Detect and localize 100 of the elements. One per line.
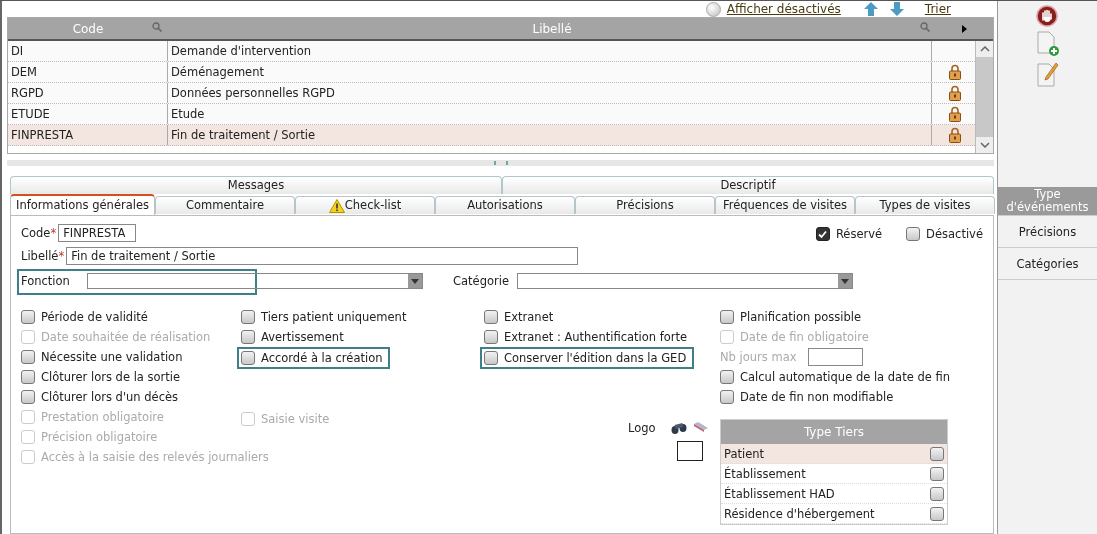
- checkbox[interactable]: [21, 350, 35, 364]
- checkbox-label: Clôturer lors d'un décès: [41, 390, 179, 404]
- table-cell: ETUDE: [8, 104, 168, 124]
- checkbox-label: Réservé: [835, 227, 883, 241]
- table-cell: DI: [8, 41, 168, 61]
- chevron-down-icon[interactable]: [979, 142, 990, 148]
- tab[interactable]: Types de visites: [855, 196, 995, 214]
- required-mark: *: [58, 249, 65, 263]
- arrow-up-icon[interactable]: [862, 1, 879, 17]
- checkbox-label: Nécessite une validation: [41, 350, 183, 364]
- table-cell: DEM: [8, 62, 168, 82]
- new-document-icon[interactable]: [1036, 31, 1060, 57]
- table-cell: RGPD: [8, 83, 168, 103]
- chevron-up-icon[interactable]: [979, 46, 990, 52]
- checkbox-label: Tiers patient uniquement: [261, 310, 407, 324]
- caret-icon: [841, 278, 849, 284]
- list-item[interactable]: Établissement: [721, 464, 947, 484]
- field-label: Fonction: [21, 274, 71, 288]
- logo-preview[interactable]: [676, 441, 703, 461]
- checkbox[interactable]: [484, 330, 498, 344]
- caret-icon[interactable]: [962, 24, 967, 33]
- checkbox[interactable]: [815, 227, 830, 241]
- radio-icon[interactable]: [705, 1, 721, 17]
- sort-link[interactable]: Trier: [924, 2, 951, 16]
- checkbox-label: Accès à la saisie des relevés journaliers: [41, 450, 269, 464]
- binoculars-icon[interactable]: [670, 421, 687, 435]
- checkbox[interactable]: [720, 310, 734, 324]
- search-icon[interactable]: [152, 22, 162, 32]
- checkbox-label: Prestation obligatoire: [41, 410, 164, 424]
- checkbox-label: Calcul automatique de la date de fin: [740, 370, 950, 384]
- search-icon[interactable]: [920, 22, 930, 32]
- field-label: Catégorie: [453, 274, 509, 288]
- checkbox-label: Conserver l'édition dans la GED: [504, 351, 687, 365]
- tab[interactable]: Messages: [10, 176, 502, 194]
- checkbox[interactable]: [930, 466, 944, 481]
- checkbox-label: Date souhaitée de réalisation: [41, 330, 211, 344]
- table-row[interactable]: RGPD Données personnelles RGPD: [8, 83, 975, 104]
- checkbox-label: Période de validité: [41, 310, 148, 324]
- checkbox-label: Date de fin non modifiable: [740, 390, 894, 404]
- list-item[interactable]: Résidence d'hébergement: [721, 504, 947, 524]
- checkbox[interactable]: [720, 390, 734, 404]
- field-label: Nb jours max: [720, 350, 798, 364]
- table-cell: Demande d'intervention: [168, 41, 932, 61]
- checkbox[interactable]: [21, 390, 35, 404]
- checkbox[interactable]: [21, 370, 35, 384]
- checkbox-label: Avertissement: [261, 330, 344, 344]
- checkbox[interactable]: [930, 446, 944, 461]
- checkbox[interactable]: [930, 506, 944, 521]
- tab[interactable]: Précisions: [575, 196, 715, 214]
- checkbox-label: Extranet: [504, 310, 554, 324]
- sidebar-item[interactable]: Catégories: [998, 248, 1097, 280]
- stop-hand-icon[interactable]: [1036, 5, 1058, 27]
- table-cell: Etude: [168, 104, 932, 124]
- checkbox[interactable]: [930, 486, 944, 501]
- checkbox[interactable]: [484, 310, 498, 324]
- list-item[interactable]: Patient: [721, 444, 947, 464]
- table-row[interactable]: DEM Déménagement: [8, 62, 975, 83]
- checkbox[interactable]: [241, 310, 255, 324]
- checkbox[interactable]: [241, 330, 255, 344]
- checkbox-label: Planification possible: [740, 310, 862, 324]
- table-row[interactable]: FINPRESTA Fin de traitement / Sortie: [8, 125, 975, 146]
- dropdown[interactable]: [87, 273, 423, 289]
- table-cell: Données personnelles RGPD: [168, 83, 932, 103]
- field-label: Code*: [21, 226, 57, 240]
- edit-document-icon[interactable]: [1036, 61, 1060, 87]
- checkbox[interactable]: [484, 351, 498, 365]
- checkbox-label: Accordé à la création: [261, 351, 383, 365]
- tab[interactable]: Descriptif: [502, 176, 994, 194]
- input-field[interactable]: Fin de traitement / Sortie: [66, 247, 579, 265]
- sidebar-item[interactable]: Précisions: [998, 216, 1097, 248]
- table-row[interactable]: ETUDE Etude: [8, 104, 975, 125]
- scrollbar[interactable]: [975, 41, 993, 153]
- checkbox[interactable]: [720, 370, 734, 384]
- checkbox[interactable]: [21, 310, 35, 324]
- tab[interactable]: Commentaire: [155, 196, 295, 214]
- tab[interactable]: Check-list: [295, 196, 435, 214]
- checkbox-label: Saisie visite: [261, 412, 330, 426]
- checkbox-label: Date de fin obligatoire: [740, 330, 869, 344]
- dropdown[interactable]: [517, 273, 853, 289]
- table-cell: FINPRESTA: [8, 125, 168, 145]
- checkbox-label: Désactivé: [926, 227, 983, 241]
- table-cell: Fin de traitement / Sortie: [168, 125, 932, 145]
- required-mark: *: [50, 226, 57, 240]
- tab[interactable]: Fréquences de visites: [715, 196, 855, 214]
- list-header: Type Tiers: [721, 420, 947, 444]
- eraser-icon[interactable]: [692, 421, 709, 433]
- input-field[interactable]: [808, 348, 863, 366]
- checkbox[interactable]: [906, 227, 921, 241]
- input-field[interactable]: FINPRESTA: [58, 224, 137, 242]
- tab[interactable]: Informations générales: [10, 194, 155, 215]
- list-item[interactable]: Établissement HAD: [721, 484, 947, 504]
- checkbox[interactable]: [241, 351, 255, 365]
- arrow-down-icon[interactable]: [888, 1, 905, 17]
- table-row[interactable]: DI Demande d'intervention: [8, 41, 975, 62]
- tab[interactable]: Autorisations: [435, 196, 575, 214]
- logo-label: Logo: [628, 421, 656, 437]
- checkbox-label: Précision obligatoire: [41, 430, 158, 444]
- table-cell: Déménagement: [168, 62, 932, 82]
- field-label: Libellé*: [21, 249, 65, 263]
- checkbox-label: Clôturer lors de la sortie: [41, 370, 181, 384]
